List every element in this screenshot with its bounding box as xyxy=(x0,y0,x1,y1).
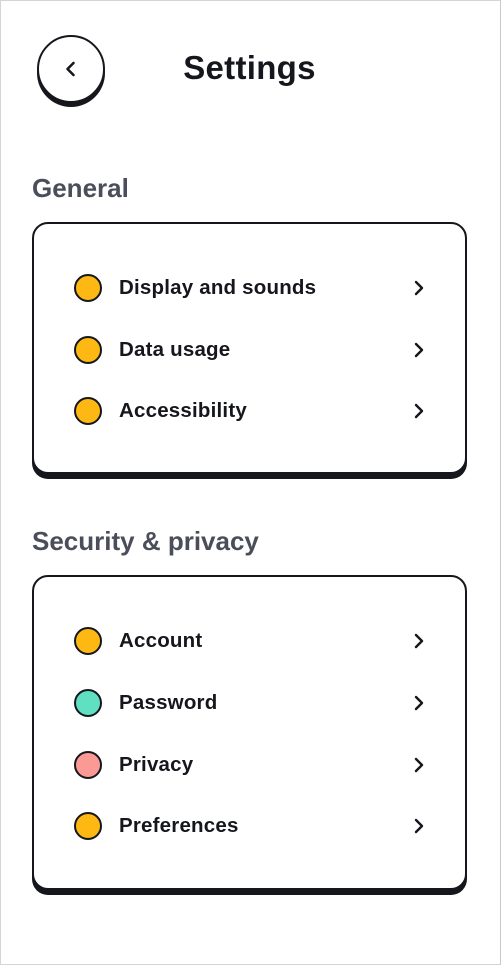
settings-item-label: Preferences xyxy=(119,814,239,837)
chevron-right-icon xyxy=(414,695,424,711)
chevron-right-icon xyxy=(414,280,424,296)
status-dot xyxy=(74,689,102,717)
chevron-right-icon xyxy=(414,342,424,358)
settings-item-password[interactable]: Password xyxy=(74,683,425,723)
settings-item-data-usage[interactable]: Data usage xyxy=(74,330,425,370)
settings-item-label: Privacy xyxy=(119,753,194,776)
chevron-right-icon xyxy=(414,757,424,773)
settings-item-label: Data usage xyxy=(119,338,231,361)
settings-card-general: Display and sounds Data usage Accessibil… xyxy=(32,222,467,474)
settings-item-label: Display and sounds xyxy=(119,276,317,299)
settings-item-privacy[interactable]: Privacy xyxy=(74,745,425,785)
settings-card-security-privacy: Account Password Privacy Preferences xyxy=(32,575,467,890)
status-dot xyxy=(74,812,102,840)
settings-item-display-and-sounds[interactable]: Display and sounds xyxy=(74,268,425,308)
chevron-right-icon xyxy=(414,633,424,649)
status-dot xyxy=(74,274,102,302)
chevron-right-icon xyxy=(414,818,424,834)
chevron-right-icon xyxy=(414,403,424,419)
settings-item-label: Account xyxy=(119,629,203,652)
status-dot xyxy=(74,751,102,779)
status-dot xyxy=(74,397,102,425)
status-dot xyxy=(74,627,102,655)
settings-item-label: Accessibility xyxy=(119,399,247,422)
settings-item-account[interactable]: Account xyxy=(74,621,425,661)
page-title: Settings xyxy=(183,49,316,86)
settings-item-label: Password xyxy=(119,691,218,714)
status-dot xyxy=(74,336,102,364)
section-title-security-privacy: Security & privacy xyxy=(32,526,259,556)
section-title-general: General xyxy=(32,173,129,203)
settings-item-preferences[interactable]: Preferences xyxy=(74,806,425,846)
settings-item-accessibility[interactable]: Accessibility xyxy=(74,391,425,431)
